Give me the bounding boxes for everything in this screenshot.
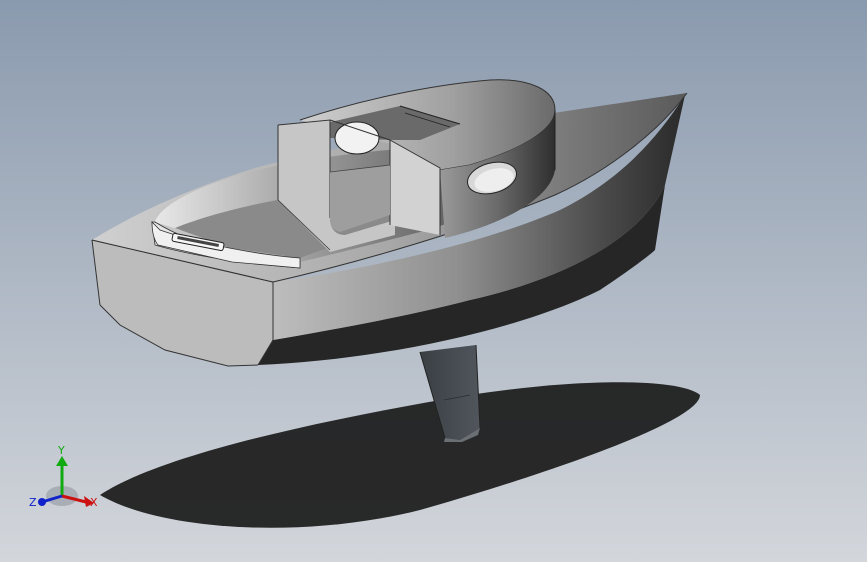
z-axis-dot-icon — [38, 498, 46, 506]
hatch-porthole — [334, 121, 380, 155]
z-axis-label: Z — [29, 496, 37, 509]
cad-viewport[interactable]: Y X Z — [0, 0, 867, 562]
x-axis-label: X — [90, 496, 98, 509]
y-axis-arrow-icon — [56, 456, 68, 466]
boat-model-scene[interactable] — [0, 0, 867, 562]
y-axis-label: Y — [57, 444, 65, 457]
coordinate-triad: Y X Z — [29, 444, 98, 509]
